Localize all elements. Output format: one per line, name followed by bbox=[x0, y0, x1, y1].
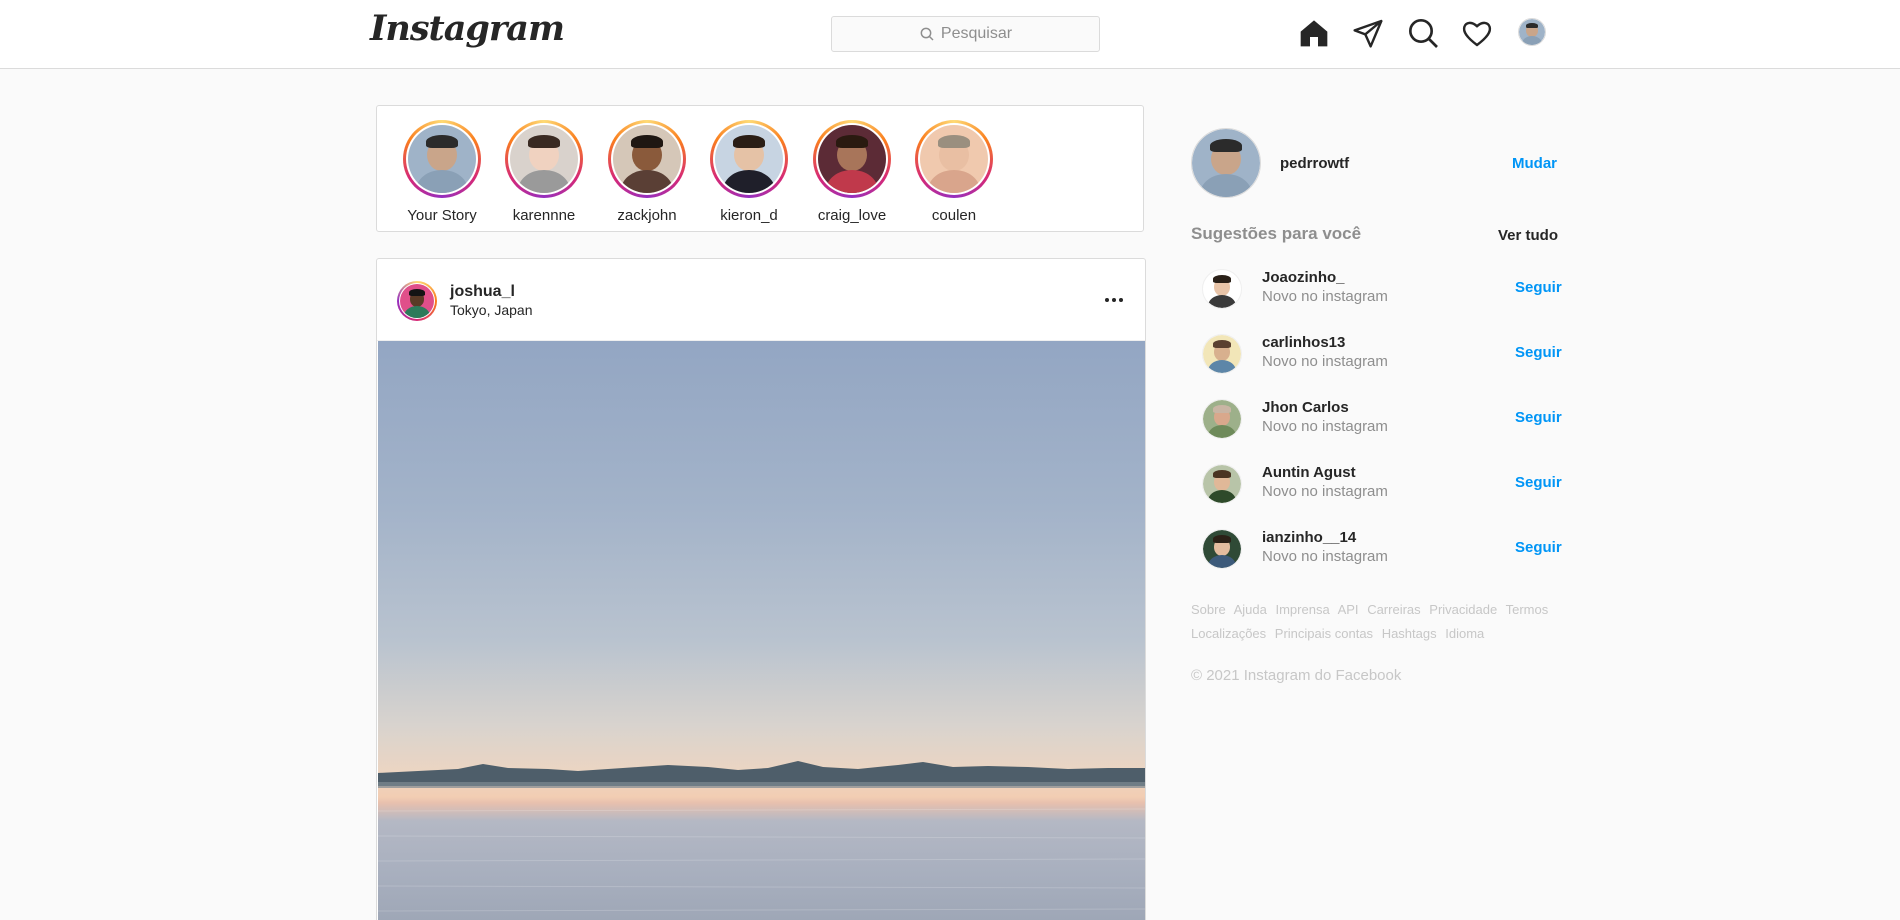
story-avatar bbox=[510, 125, 578, 193]
story-ring bbox=[813, 120, 891, 198]
search-placeholder: Pesquisar bbox=[940, 25, 1013, 42]
footer-link-locations[interactable]: Localizações bbox=[1191, 626, 1266, 641]
follow-button[interactable]: Seguir bbox=[1515, 539, 1562, 556]
search-icon bbox=[920, 27, 934, 41]
activity-button[interactable] bbox=[1460, 16, 1494, 50]
suggestion-username[interactable]: Auntin Agust bbox=[1262, 464, 1356, 481]
avatar bbox=[1203, 335, 1241, 373]
footer-link-privacy[interactable]: Privacidade bbox=[1429, 602, 1497, 617]
avatar bbox=[400, 284, 434, 318]
footer-link-language[interactable]: Idioma bbox=[1445, 626, 1484, 641]
story-username: Your Story bbox=[407, 207, 477, 224]
suggestion-item: Auntin Agust Novo no instagram Seguir bbox=[1202, 462, 1564, 506]
switch-account-link[interactable]: Mudar bbox=[1512, 155, 1557, 172]
story-username: coulen bbox=[931, 207, 977, 224]
story-username: zackjohn bbox=[617, 207, 677, 224]
suggestion-item: ianzinho__14 Novo no instagram Seguir bbox=[1202, 527, 1564, 571]
story-ring bbox=[710, 120, 788, 198]
story-username: kieron_d bbox=[720, 207, 778, 224]
footer-link-press[interactable]: Imprensa bbox=[1275, 602, 1329, 617]
top-navigation-bar: Instagram Pesquisar bbox=[0, 0, 1900, 69]
story-avatar bbox=[920, 125, 988, 193]
suggestion-username[interactable]: Joaozinho_ bbox=[1262, 269, 1345, 286]
story-item[interactable]: craig_love bbox=[807, 120, 897, 224]
suggestion-subtitle: Novo no instagram bbox=[1262, 418, 1388, 435]
avatar bbox=[1203, 270, 1241, 308]
avatar bbox=[1203, 530, 1241, 568]
suggestion-username[interactable]: Jhon Carlos bbox=[1262, 399, 1349, 416]
post-username[interactable]: joshua_l bbox=[450, 283, 515, 301]
avatar bbox=[1203, 465, 1241, 503]
suggestion-username[interactable]: ianzinho__14 bbox=[1262, 529, 1356, 546]
story-ring bbox=[403, 120, 481, 198]
home-button[interactable] bbox=[1297, 16, 1331, 50]
footer-link-hashtags[interactable]: Hashtags bbox=[1382, 626, 1437, 641]
suggestion-avatar[interactable] bbox=[1202, 269, 1242, 309]
stories-tray: Your Story karennne zackjohn kieron_d cr… bbox=[376, 105, 1144, 232]
suggestion-subtitle: Novo no instagram bbox=[1262, 353, 1388, 370]
story-username: karennne bbox=[512, 207, 576, 224]
suggestion-item: carlinhos13 Novo no instagram Seguir bbox=[1202, 332, 1564, 376]
story-username: craig_love bbox=[817, 207, 887, 224]
footer-link-about[interactable]: Sobre bbox=[1191, 602, 1226, 617]
suggestion-subtitle: Novo no instagram bbox=[1262, 548, 1388, 565]
footer-links: Sobre Ajuda Imprensa API Carreiras Priva… bbox=[1191, 598, 1571, 646]
heart-icon bbox=[1462, 21, 1492, 47]
story-avatar bbox=[613, 125, 681, 193]
copyright-text: © 2021 Instagram do Facebook bbox=[1191, 667, 1402, 684]
more-options-button[interactable] bbox=[1101, 287, 1127, 313]
post-author-avatar[interactable] bbox=[397, 281, 437, 321]
post-image-scene bbox=[378, 761, 1145, 912]
avatar bbox=[1203, 400, 1241, 438]
post-location[interactable]: Tokyo, Japan bbox=[450, 302, 533, 318]
story-item[interactable]: Your Story bbox=[397, 120, 487, 224]
suggestion-item: Joaozinho_ Novo no instagram Seguir bbox=[1202, 267, 1564, 311]
suggestion-avatar[interactable] bbox=[1202, 529, 1242, 569]
current-user-username[interactable]: pedrrowtf bbox=[1280, 155, 1349, 172]
current-user-avatar[interactable] bbox=[1191, 128, 1261, 198]
suggestion-subtitle: Novo no instagram bbox=[1262, 483, 1388, 500]
suggestion-avatar[interactable] bbox=[1202, 399, 1242, 439]
footer-link-api[interactable]: API bbox=[1338, 602, 1359, 617]
profile-avatar-button[interactable] bbox=[1518, 18, 1546, 46]
suggestion-username[interactable]: carlinhos13 bbox=[1262, 334, 1345, 351]
story-item[interactable]: kieron_d bbox=[704, 120, 794, 224]
explore-icon bbox=[1409, 19, 1438, 48]
suggestions-title: Sugestões para você bbox=[1191, 224, 1362, 243]
direct-messages-button[interactable] bbox=[1351, 16, 1385, 50]
suggestion-item: Jhon Carlos Novo no instagram Seguir bbox=[1202, 397, 1564, 441]
follow-button[interactable]: Seguir bbox=[1515, 279, 1562, 296]
story-ring bbox=[608, 120, 686, 198]
feed-post: joshua_l Tokyo, Japan bbox=[376, 258, 1146, 920]
explore-button[interactable] bbox=[1406, 16, 1440, 50]
suggestion-avatar[interactable] bbox=[1202, 464, 1242, 504]
footer-link-terms[interactable]: Termos bbox=[1506, 602, 1549, 617]
instagram-logo[interactable]: Instagram bbox=[370, 8, 565, 49]
footer-link-help[interactable]: Ajuda bbox=[1234, 602, 1267, 617]
story-avatar bbox=[818, 125, 886, 193]
story-avatar bbox=[408, 125, 476, 193]
more-options-icon bbox=[1105, 298, 1109, 302]
direct-icon bbox=[1353, 19, 1383, 48]
footer-link-top-accounts[interactable]: Principais contas bbox=[1275, 626, 1373, 641]
see-all-link[interactable]: Ver tudo bbox=[1498, 227, 1558, 244]
search-input[interactable]: Pesquisar bbox=[831, 16, 1100, 52]
follow-button[interactable]: Seguir bbox=[1515, 474, 1562, 491]
post-header: joshua_l Tokyo, Japan bbox=[377, 259, 1145, 341]
story-item[interactable]: coulen bbox=[909, 120, 999, 224]
story-avatar bbox=[715, 125, 783, 193]
follow-button[interactable]: Seguir bbox=[1515, 344, 1562, 361]
post-image[interactable] bbox=[378, 341, 1145, 920]
story-item[interactable]: karennne bbox=[499, 120, 589, 224]
suggestion-subtitle: Novo no instagram bbox=[1262, 288, 1388, 305]
suggestion-avatar[interactable] bbox=[1202, 334, 1242, 374]
story-item[interactable]: zackjohn bbox=[602, 120, 692, 224]
story-ring bbox=[915, 120, 993, 198]
avatar bbox=[1192, 129, 1260, 197]
story-ring bbox=[505, 120, 583, 198]
avatar bbox=[1519, 19, 1545, 45]
footer-link-jobs[interactable]: Carreiras bbox=[1367, 602, 1420, 617]
follow-button[interactable]: Seguir bbox=[1515, 409, 1562, 426]
home-icon bbox=[1300, 20, 1328, 47]
